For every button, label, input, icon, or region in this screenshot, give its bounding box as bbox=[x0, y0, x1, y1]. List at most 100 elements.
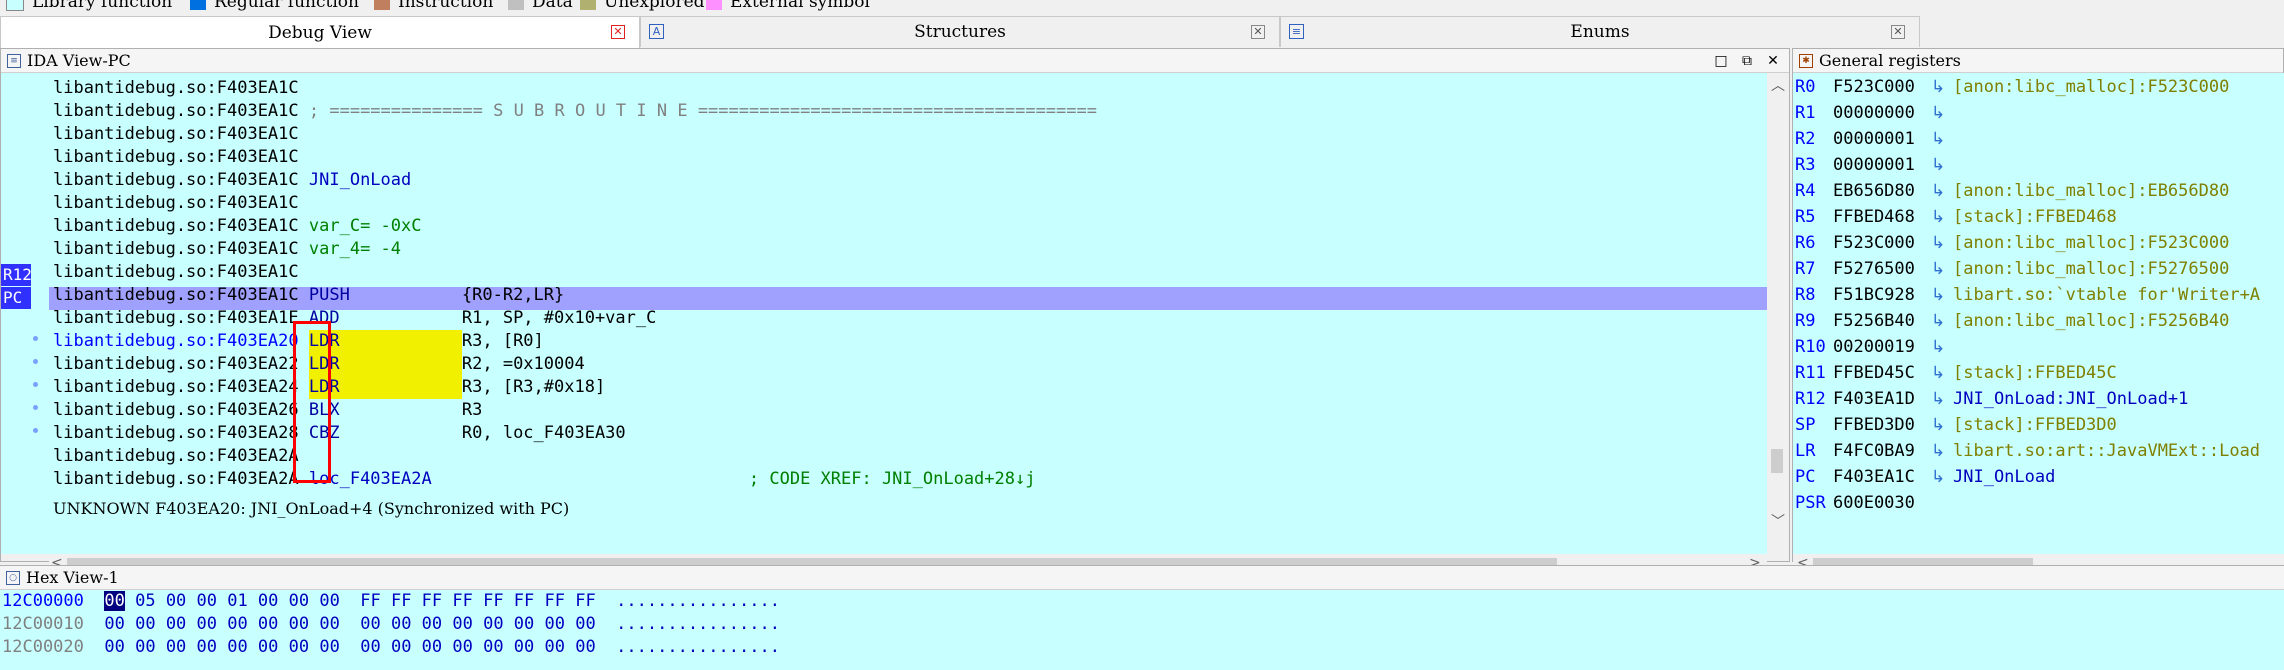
jump-arrow-icon[interactable]: ↳ bbox=[1931, 102, 1945, 125]
register-row[interactable]: R0 F523C000 ↳ [anon:libc_malloc]:F523C000 bbox=[1793, 76, 2284, 99]
disasm-line[interactable]: libantidebug.so:F403EA1C var_C= -0xC bbox=[53, 215, 421, 238]
disasm-line[interactable]: libantidebug.so:F403EA1C ; =============… bbox=[53, 100, 1097, 123]
disassembly-listing[interactable]: R12 PC libantidebug.so:F403EA1C libantid… bbox=[1, 73, 1767, 554]
disasm-line[interactable]: libantidebug.so:F403EA1C JNI_OnLoad bbox=[53, 169, 411, 192]
breakpoint-dot[interactable] bbox=[33, 428, 38, 433]
register-target[interactable]: [anon:libc_malloc]:F5256B40 bbox=[1953, 310, 2229, 333]
register-target[interactable]: [anon:libc_malloc]:F523C000 bbox=[1953, 232, 2229, 255]
scroll-up-icon[interactable]: ︿ bbox=[1771, 75, 1785, 95]
jump-arrow-icon[interactable]: ↳ bbox=[1931, 284, 1945, 307]
hex-ascii[interactable]: ................ bbox=[616, 614, 780, 634]
register-target[interactable]: libart.so:`vtable for'Writer+A bbox=[1953, 284, 2260, 307]
register-target[interactable]: [stack]:FFBED45C bbox=[1953, 362, 2117, 385]
register-row[interactable]: SP FFBED3D0 ↳ [stack]:FFBED3D0 bbox=[1793, 414, 2284, 437]
register-target[interactable]: [anon:libc_malloc]:F523C000 bbox=[1953, 76, 2229, 99]
disasm-line[interactable]: libantidebug.so:F403EA1C bbox=[53, 261, 309, 284]
register-row[interactable]: R1 00000000 ↳ bbox=[1793, 102, 2284, 125]
jump-arrow-icon[interactable]: ↳ bbox=[1931, 128, 1945, 151]
register-value[interactable]: 00000000 bbox=[1833, 102, 1915, 125]
register-value[interactable]: FFBED3D0 bbox=[1833, 414, 1915, 437]
disasm-line[interactable]: libantidebug.so:F403EA1C var_4= -4 bbox=[53, 238, 401, 261]
register-row[interactable]: R12 F403EA1D ↳ JNI_OnLoad:JNI_OnLoad+1 bbox=[1793, 388, 2284, 411]
register-value[interactable]: F51BC928 bbox=[1833, 284, 1915, 307]
disasm-line[interactable]: libantidebug.so:F403EA2A loc_F403EA2A; C… bbox=[53, 468, 1035, 491]
close-icon[interactable]: ✕ bbox=[611, 25, 625, 39]
register-row[interactable]: R11 FFBED45C ↳ [stack]:FFBED45C bbox=[1793, 362, 2284, 385]
register-row[interactable]: R7 F5276500 ↳ [anon:libc_malloc]:F5276500 bbox=[1793, 258, 2284, 281]
breakpoint-dot[interactable] bbox=[33, 382, 38, 387]
register-value[interactable]: EB656D80 bbox=[1833, 180, 1915, 203]
register-value[interactable]: F403EA1D bbox=[1833, 388, 1915, 411]
register-value[interactable]: F5276500 bbox=[1833, 258, 1915, 281]
jump-arrow-icon[interactable]: ↳ bbox=[1931, 362, 1945, 385]
hex-bytes[interactable]: 00 00 00 00 00 00 00 00 00 00 00 00 00 0… bbox=[135, 614, 596, 634]
jump-arrow-icon[interactable]: ↳ bbox=[1931, 206, 1945, 229]
register-target[interactable]: [anon:libc_malloc]:EB656D80 bbox=[1953, 180, 2229, 203]
close-icon[interactable]: ✕ bbox=[1765, 53, 1781, 69]
hex-first-byte[interactable]: 00 bbox=[104, 637, 124, 657]
vertical-scrollbar[interactable]: ︿ ﹀ bbox=[1767, 73, 1787, 531]
jump-arrow-icon[interactable]: ↳ bbox=[1931, 336, 1945, 359]
disasm-line[interactable]: libantidebug.so:F403EA1E ADD R1, SP, #0x1… bbox=[53, 307, 656, 330]
scroll-thumb[interactable] bbox=[1771, 449, 1783, 473]
code-label[interactable]: loc_F403EA2A bbox=[309, 468, 749, 491]
register-row[interactable]: PSR 600E0030 bbox=[1793, 492, 2284, 515]
register-row[interactable]: LR F4FC0BA9 ↳ libart.so:art::JavaVMExt::Loa… bbox=[1793, 440, 2284, 463]
jump-arrow-icon[interactable]: ↳ bbox=[1931, 258, 1945, 281]
register-row[interactable]: R6 F523C000 ↳ [anon:libc_malloc]:F523C000 bbox=[1793, 232, 2284, 255]
disasm-line[interactable]: libantidebug.so:F403EA1C PUSH {R0-R2,LR} bbox=[53, 284, 564, 307]
hex-bytes[interactable]: 05 00 00 01 00 00 00 FF FF FF FF FF FF F… bbox=[135, 591, 596, 611]
register-value[interactable]: 00200019 bbox=[1833, 336, 1915, 359]
register-list[interactable]: R0 F523C000 ↳ [anon:libc_malloc]:F523C000 R1… bbox=[1793, 73, 2284, 554]
jump-arrow-icon[interactable]: ↳ bbox=[1931, 440, 1945, 463]
breakpoint-dot[interactable] bbox=[33, 405, 38, 410]
jump-arrow-icon[interactable]: ↳ bbox=[1931, 76, 1945, 99]
disasm-line[interactable]: libantidebug.so:F403EA28 CBZ R0, loc_F403… bbox=[53, 422, 626, 445]
disasm-line[interactable]: libantidebug.so:F403EA1C bbox=[53, 77, 309, 100]
register-row[interactable]: PC F403EA1C ↳ JNI_OnLoad bbox=[1793, 466, 2284, 489]
xref-comment[interactable]: ; CODE XREF: JNI_OnLoad+28↓j bbox=[749, 469, 1036, 489]
jump-arrow-icon[interactable]: ↳ bbox=[1931, 154, 1945, 177]
hex-first-byte[interactable]: 00 bbox=[104, 591, 125, 611]
register-value[interactable]: 00000001 bbox=[1833, 154, 1915, 177]
register-row[interactable]: R5 FFBED468 ↳ [stack]:FFBED468 bbox=[1793, 206, 2284, 229]
register-row[interactable]: R10 00200019 ↳ bbox=[1793, 336, 2284, 359]
jump-arrow-icon[interactable]: ↳ bbox=[1931, 232, 1945, 255]
register-row[interactable]: R8 F51BC928 ↳ libart.so:`vtable for'Writer+… bbox=[1793, 284, 2284, 307]
register-value[interactable]: 00000001 bbox=[1833, 128, 1915, 151]
float-icon[interactable]: ⧉ bbox=[1739, 53, 1755, 69]
disasm-line[interactable]: libantidebug.so:F403EA26 BLX R3 bbox=[53, 399, 482, 422]
hex-bytes[interactable]: 00 00 00 00 00 00 00 00 00 00 00 00 00 0… bbox=[135, 637, 596, 657]
jump-arrow-icon[interactable]: ↳ bbox=[1931, 466, 1945, 489]
tab-structures[interactable]: A Structures ✕ bbox=[640, 16, 1280, 47]
register-value[interactable]: F523C000 bbox=[1833, 232, 1915, 255]
disasm-line[interactable]: libantidebug.so:F403EA1C bbox=[53, 192, 309, 215]
register-target[interactable]: [anon:libc_malloc]:F5276500 bbox=[1953, 258, 2229, 281]
register-value[interactable]: F4FC0BA9 bbox=[1833, 440, 1915, 463]
register-value[interactable]: FFBED468 bbox=[1833, 206, 1915, 229]
close-icon[interactable]: ✕ bbox=[1891, 25, 1905, 39]
register-target[interactable]: libart.so:art::JavaVMExt::Load bbox=[1953, 440, 2260, 463]
register-row[interactable]: R3 00000001 ↳ bbox=[1793, 154, 2284, 177]
hex-row[interactable]: 12C00000 00 05 00 00 01 00 00 00 FF FF F… bbox=[2, 590, 780, 613]
register-row[interactable]: R9 F5256B40 ↳ [anon:libc_malloc]:F5256B40 bbox=[1793, 310, 2284, 333]
restore-icon[interactable]: □ bbox=[1713, 53, 1729, 69]
jump-arrow-icon[interactable]: ↳ bbox=[1931, 388, 1945, 411]
jump-arrow-icon[interactable]: ↳ bbox=[1931, 180, 1945, 203]
register-value[interactable]: F5256B40 bbox=[1833, 310, 1915, 333]
register-value[interactable]: F523C000 bbox=[1833, 76, 1915, 99]
jump-arrow-icon[interactable]: ↳ bbox=[1931, 414, 1945, 437]
jump-arrow-icon[interactable]: ↳ bbox=[1931, 310, 1945, 333]
hex-ascii[interactable]: ................ bbox=[616, 637, 780, 657]
register-target[interactable]: [stack]:FFBED3D0 bbox=[1953, 414, 2117, 437]
register-row[interactable]: R2 00000001 ↳ bbox=[1793, 128, 2284, 151]
hex-first-byte[interactable]: 00 bbox=[104, 614, 124, 634]
tab-debug-view[interactable]: Debug View ✕ bbox=[0, 16, 640, 48]
disasm-line[interactable]: libantidebug.so:F403EA2A bbox=[53, 445, 309, 468]
hex-dump[interactable]: 12C00000 00 05 00 00 01 00 00 00 FF FF F… bbox=[0, 590, 2284, 670]
register-row[interactable]: R4 EB656D80 ↳ [anon:libc_malloc]:EB656D80 bbox=[1793, 180, 2284, 203]
hex-row[interactable]: 12C00010 00 00 00 00 00 00 00 00 00 00 0… bbox=[2, 613, 780, 636]
register-value[interactable]: F403EA1C bbox=[1833, 466, 1915, 489]
scroll-down-icon[interactable]: ﹀ bbox=[1771, 511, 1785, 531]
breakpoint-dot[interactable] bbox=[33, 336, 38, 341]
